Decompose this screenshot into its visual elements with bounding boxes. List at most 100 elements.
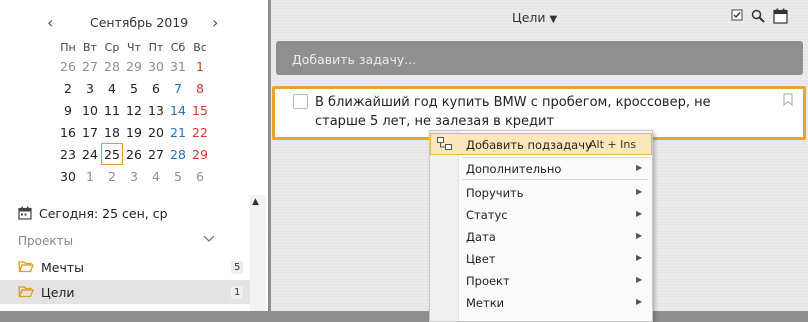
today-label: Сегодня: 25 сен, ср: [39, 206, 168, 221]
project-item[interactable]: Мечты 5: [0, 255, 250, 279]
calendar-day[interactable]: 28: [167, 143, 189, 165]
projects-section-header[interactable]: Проекты: [18, 234, 73, 248]
calendar-view-icon[interactable]: [773, 8, 788, 27]
submenu-arrow-icon: ▶: [636, 253, 643, 262]
calendar-day[interactable]: 27: [145, 143, 167, 165]
weekday-row: Пн Вт Ср Чт Пт Сб Вс: [57, 39, 211, 55]
scroll-up-icon[interactable]: ▲: [252, 197, 259, 207]
calendar-day[interactable]: 11: [101, 99, 123, 121]
next-month-icon[interactable]: ›: [212, 13, 218, 32]
calendar-day[interactable]: 9: [57, 99, 79, 121]
calendar-day[interactable]: 16: [57, 121, 79, 143]
bookmark-icon[interactable]: [783, 93, 793, 109]
menu-item-label: Метки: [466, 296, 505, 310]
calendar-day[interactable]: 2: [57, 77, 79, 99]
calendar-day[interactable]: 14: [167, 99, 189, 121]
calendar-day[interactable]: 4: [145, 165, 167, 187]
calendar-day[interactable]: 2: [101, 165, 123, 187]
calendar-day[interactable]: 21: [167, 121, 189, 143]
calendar-day[interactable]: 12: [123, 99, 145, 121]
list-title-dropdown[interactable]: Цели ▼: [512, 10, 557, 25]
calendar-day[interactable]: 23: [57, 143, 79, 165]
folder-icon: [18, 260, 34, 276]
submenu-arrow-icon: ▶: [636, 231, 643, 240]
submenu-arrow-icon: ▶: [636, 297, 643, 306]
calendar-week: 16 17 18 19 20 21 22: [57, 121, 211, 143]
menu-item-status[interactable]: Статус ▶: [430, 203, 652, 225]
calendar-day[interactable]: 15: [189, 99, 211, 121]
project-item-selected[interactable]: Цели 1: [0, 280, 250, 304]
project-name: Цели: [41, 285, 75, 300]
calendar-day[interactable]: 17: [79, 121, 101, 143]
prev-month-icon[interactable]: ‹: [47, 13, 53, 32]
add-task-bar: [276, 41, 803, 75]
calendar-week: 2 3 4 5 6 7 8: [57, 77, 211, 99]
calendar-day[interactable]: 30: [57, 165, 79, 187]
calendar-month-title: Сентябрь 2019: [90, 15, 189, 30]
calendar-day[interactable]: 6: [189, 165, 211, 187]
calendar-day[interactable]: 20: [145, 121, 167, 143]
task-text: В ближайший год купить BMW с пробегом, к…: [315, 95, 711, 129]
calendar-day[interactable]: 30: [145, 55, 167, 77]
menu-separator: [462, 179, 648, 180]
project-count-badge: 5: [231, 261, 244, 274]
menu-item-tags[interactable]: Метки ▶: [430, 291, 652, 313]
sidebar-scrollbar[interactable]: [250, 195, 266, 311]
calendar-day[interactable]: 19: [123, 121, 145, 143]
calendar-day[interactable]: 29: [189, 143, 211, 165]
calendar-icon: [18, 206, 32, 223]
calendar-day[interactable]: 26: [57, 55, 79, 77]
menu-item-extra[interactable]: Дополнительно ▶: [430, 157, 652, 179]
calendar-day[interactable]: 8: [189, 77, 211, 99]
calendar-grid: Пн Вт Ср Чт Пт Сб Вс 26 27 28 29 30 31 1…: [57, 39, 211, 187]
task-context-menu: Добавить подзадачу Alt + Ins Дополнитель…: [429, 130, 653, 322]
calendar-day[interactable]: 7: [167, 77, 189, 99]
weekday-label: Пт: [148, 40, 164, 54]
menu-item-assign[interactable]: Поручить ▶: [430, 181, 652, 203]
calendar-day[interactable]: 10: [79, 99, 101, 121]
calendar-day[interactable]: 1: [189, 55, 211, 77]
chevron-down-icon[interactable]: [203, 232, 215, 246]
calendar-day[interactable]: 31: [167, 55, 189, 77]
calendar-day[interactable]: 28: [101, 55, 123, 77]
task-checkbox[interactable]: [293, 94, 308, 109]
checkbox-filter-icon[interactable]: [731, 9, 743, 24]
calendar-week: 26 27 28 29 30 31 1: [57, 55, 211, 77]
weekday-label: Вт: [83, 40, 97, 54]
calendar-day[interactable]: 24: [79, 143, 101, 165]
calendar-day[interactable]: 29: [123, 55, 145, 77]
calendar-day[interactable]: 6: [145, 77, 167, 99]
calendar-day[interactable]: 26: [123, 143, 145, 165]
weekday-label: Пн: [60, 40, 76, 54]
menu-item-project[interactable]: Проект ▶: [430, 269, 652, 291]
calendar-day[interactable]: 5: [123, 77, 145, 99]
calendar-day[interactable]: 22: [189, 121, 211, 143]
left-panel: ‹ Сентябрь 2019 › Пн Вт Ср Чт Пт Сб Вс 2…: [0, 0, 268, 311]
caret-down-icon: ▼: [549, 14, 558, 25]
menu-item-label: Добавить подзадачу: [466, 138, 592, 152]
calendar-day[interactable]: 3: [79, 77, 101, 99]
menu-item-color[interactable]: Цвет ▶: [430, 247, 652, 269]
menu-item-label: Цвет: [466, 252, 496, 266]
menu-item-label: Статус: [466, 208, 508, 222]
calendar-day[interactable]: 4: [101, 77, 123, 99]
search-icon[interactable]: [751, 9, 765, 26]
calendar-day[interactable]: 18: [101, 121, 123, 143]
calendar-day-today[interactable]: 25: [101, 143, 123, 165]
calendar-day[interactable]: 5: [167, 165, 189, 187]
calendar-day[interactable]: 13: [145, 99, 167, 121]
calendar-day[interactable]: 27: [79, 55, 101, 77]
menu-item-date[interactable]: Дата ▶: [430, 225, 652, 247]
add-subtask-icon: [437, 137, 453, 154]
menu-item-add-subtask[interactable]: Добавить подзадачу Alt + Ins: [430, 133, 652, 155]
list-title: Цели: [512, 10, 546, 25]
calendar-day[interactable]: 3: [123, 165, 145, 187]
weekday-label: Ср: [104, 40, 120, 54]
add-task-input[interactable]: [290, 49, 774, 69]
today-item[interactable]: Сегодня: 25 сен, ср: [18, 206, 168, 223]
submenu-arrow-icon: ▶: [636, 275, 643, 284]
project-count-badge: 1: [231, 286, 244, 299]
project-name: Мечты: [41, 260, 85, 275]
calendar-day[interactable]: 1: [79, 165, 101, 187]
calendar-week: 30 1 2 3 4 5 6: [57, 165, 211, 187]
